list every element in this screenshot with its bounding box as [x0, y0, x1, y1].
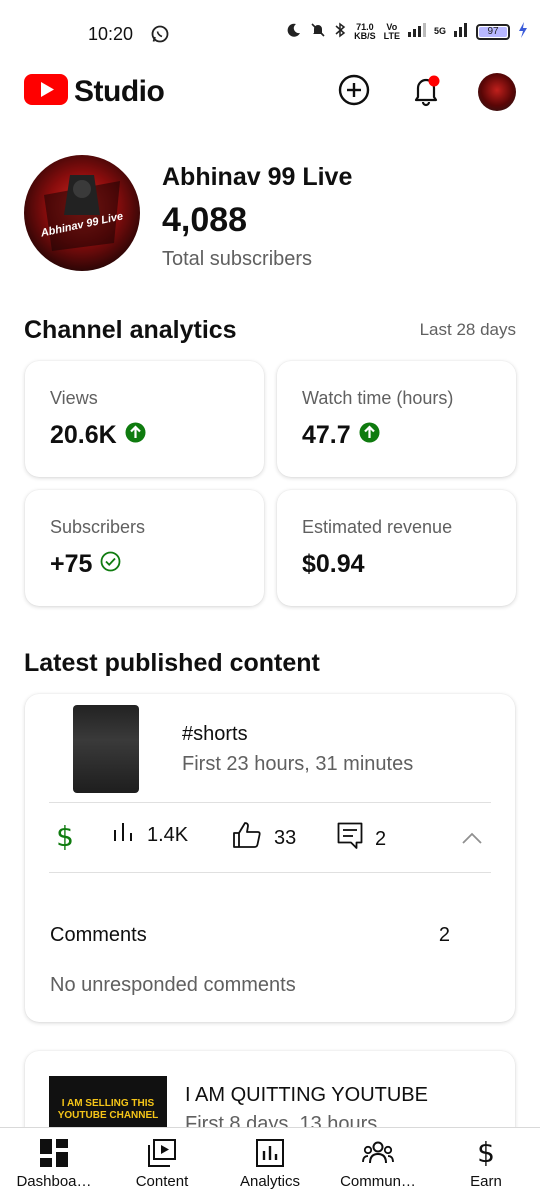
likes-stat[interactable]: 33 — [232, 822, 296, 854]
card-label: Estimated revenue — [302, 517, 453, 537]
video-stats: $ 1.4K 33 2 — [25, 820, 515, 862]
network-5g: 5G — [433, 26, 446, 36]
card-label: Views — [50, 388, 98, 408]
card-label: Subscribers — [50, 517, 146, 537]
card-label: Watch time (hours) — [302, 388, 454, 408]
subscriber-label: Total subscribers — [162, 248, 313, 270]
arrow-up-icon — [359, 421, 380, 450]
signal-icon-2 — [454, 23, 468, 40]
nav-earn[interactable]: $ Earn — [432, 1138, 540, 1190]
likes-count: 33 — [274, 826, 297, 849]
moon-icon — [286, 22, 302, 41]
latest-video-card[interactable]: #shorts First 23 hours, 31 minutes $ 1.4… — [25, 694, 515, 1022]
video-title-2: I AM QUITTING YOUTUBE — [185, 1084, 428, 1106]
chevron-up-icon — [461, 828, 483, 851]
svg-text:$: $ — [56, 822, 74, 852]
video-thumbnail[interactable] — [73, 705, 139, 793]
net-speed: 71.0 KB/S — [354, 21, 376, 41]
comment-icon — [337, 822, 363, 856]
plus-circle-icon — [338, 74, 370, 111]
arrow-up-icon — [125, 421, 146, 450]
nav-label: Commun… — [340, 1173, 416, 1190]
collapse-button[interactable] — [461, 828, 483, 851]
status-icons: 71.0 KB/S Vo LTE 5G 97 — [286, 22, 528, 41]
create-button[interactable] — [334, 72, 374, 112]
signal-icon — [407, 23, 426, 40]
comments-stat[interactable]: 2 — [337, 822, 386, 856]
channel-summary: Abhinav 99 Live Abhinav 99 Live 4,088 To… — [24, 155, 524, 275]
nav-label: Dashboa… — [16, 1173, 92, 1190]
bell-icon — [410, 73, 442, 112]
nav-dashboard[interactable]: Dashboa… — [0, 1138, 108, 1190]
divider — [49, 872, 491, 873]
video-period: First 23 hours, 31 minutes — [182, 753, 414, 775]
svg-text:$: $ — [477, 1138, 495, 1168]
status-bar: 10:20 71.0 KB/S Vo LTE 5G 97 — [0, 0, 540, 66]
app-name: Studio — [74, 75, 165, 108]
video-title: #shorts — [182, 723, 248, 745]
dollar-icon: $ — [55, 820, 75, 858]
dashboard-icon — [0, 1138, 108, 1168]
bottom-navigation: Dashboa… Content Analytics Commun… $ Ear… — [0, 1127, 540, 1200]
views-stat[interactable]: 1.4K — [113, 822, 188, 848]
latest-content-title: Latest published content — [24, 649, 320, 677]
bar-chart-icon — [113, 822, 135, 848]
revenue-card[interactable]: Estimated revenue $0.94 — [277, 490, 516, 606]
notifications-button[interactable] — [406, 72, 446, 112]
views-count: 1.4K — [147, 823, 189, 846]
watch-time-card[interactable]: Watch time (hours) 47.7 — [277, 361, 516, 477]
charging-icon — [518, 22, 528, 41]
battery-icon: 97 — [476, 23, 510, 40]
card-value: +75 — [50, 550, 121, 579]
nav-content[interactable]: Content — [108, 1138, 216, 1190]
subscribers-card[interactable]: Subscribers +75 — [25, 490, 264, 606]
dollar-icon: $ — [432, 1138, 540, 1168]
card-value: $0.94 — [302, 550, 365, 578]
content-icon — [108, 1138, 216, 1168]
revenue-stat[interactable]: $ — [55, 820, 75, 858]
card-value: 20.6K — [50, 421, 146, 450]
check-circle-icon — [100, 550, 121, 579]
bluetooth-icon — [334, 22, 346, 41]
nav-community[interactable]: Commun… — [324, 1138, 432, 1190]
status-time: 10:20 — [88, 24, 134, 44]
nav-label: Earn — [470, 1173, 502, 1190]
subscriber-count: 4,088 — [162, 201, 248, 239]
volte-indicator: Vo LTE — [383, 21, 400, 41]
whatsapp-icon — [150, 24, 170, 49]
channel-name: Abhinav 99 Live — [162, 163, 353, 191]
analytics-title: Channel analytics — [24, 316, 237, 344]
thumbs-up-icon — [232, 822, 262, 854]
community-icon — [324, 1138, 432, 1168]
views-card[interactable]: Views 20.6K — [25, 361, 264, 477]
channel-avatar[interactable]: Abhinav 99 Live — [24, 155, 140, 271]
mute-bell-icon — [310, 22, 326, 41]
comments-count: 2 — [438, 924, 450, 946]
comments-label: Comments — [50, 924, 147, 946]
card-value: 47.7 — [302, 421, 380, 450]
nav-label: Analytics — [239, 1173, 301, 1190]
nav-analytics[interactable]: Analytics — [216, 1138, 324, 1190]
youtube-play-icon — [24, 74, 68, 110]
youtube-studio-logo[interactable]: Studio — [24, 74, 165, 110]
analytics-range: Last 28 days — [419, 320, 516, 339]
unresponded-comments[interactable]: No unresponded comments — [50, 974, 296, 997]
nav-label: Content — [135, 1173, 189, 1190]
account-avatar[interactable] — [478, 73, 516, 111]
divider — [49, 802, 491, 803]
app-header: Studio — [0, 66, 540, 122]
comments-count-stat: 2 — [375, 827, 387, 850]
analytics-icon — [216, 1138, 324, 1168]
